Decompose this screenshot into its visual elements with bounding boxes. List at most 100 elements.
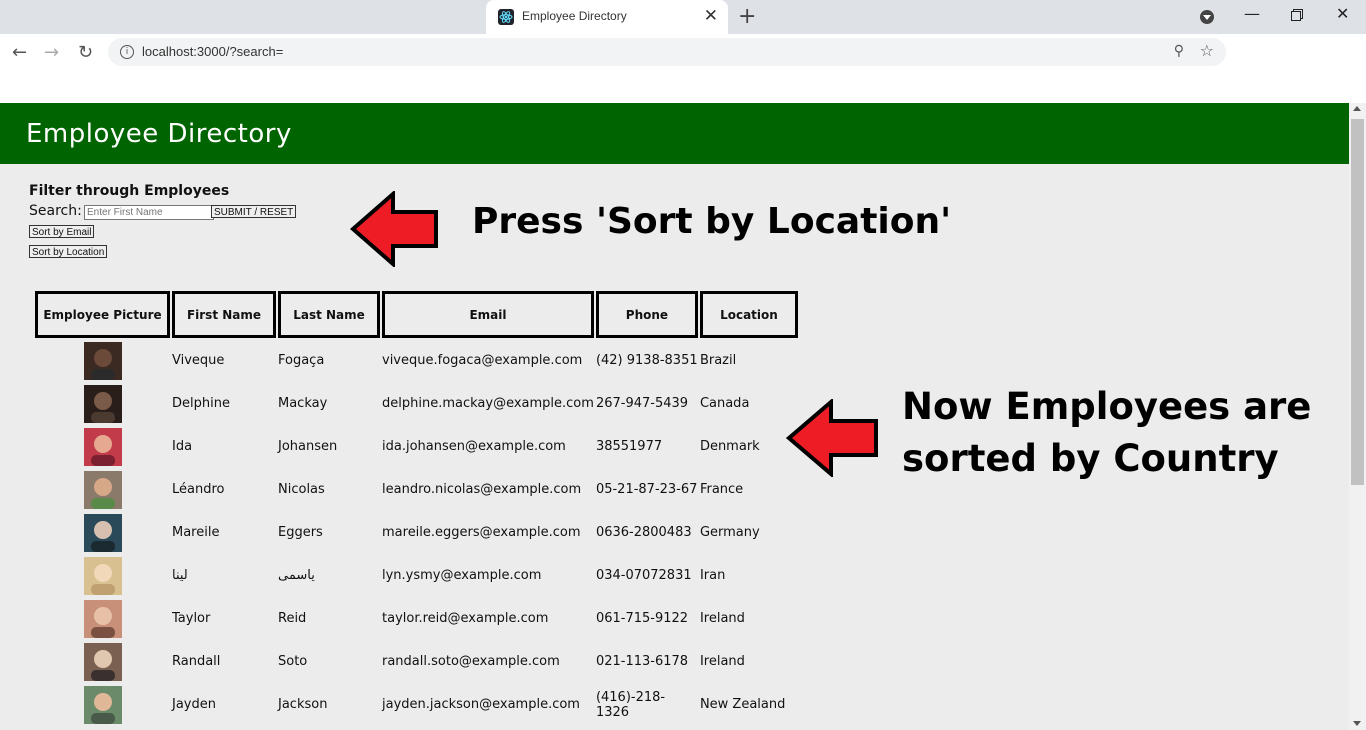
close-window-icon[interactable]: ✕ — [1336, 4, 1349, 23]
sort-by-email-button[interactable]: Sort by Email — [29, 225, 95, 238]
employee-avatar — [83, 470, 122, 509]
react-icon — [498, 9, 514, 25]
employee-avatar — [83, 384, 122, 423]
zoom-icon[interactable]: ⚲ — [1174, 43, 1184, 59]
column-header-location[interactable]: Location — [699, 291, 798, 338]
cell-location: France — [699, 482, 744, 497]
table-row: Ida Johansen ida.johansen@example.com 38551… — [35, 426, 798, 467]
url-text: localhost:3000/?search= — [142, 44, 284, 59]
cell-email: randall.soto@example.com — [382, 654, 560, 669]
cell-first-name: لينا — [172, 568, 188, 583]
filter-heading: Filter through Employees — [29, 183, 230, 199]
tab-title: Employee Directory — [522, 9, 627, 23]
column-header-last-name[interactable]: Last Name — [278, 291, 380, 338]
minimize-icon[interactable]: — — [1244, 4, 1260, 23]
cell-last-name: Reid — [278, 611, 307, 626]
page-title: Employee Directory — [26, 119, 292, 149]
app-header: Employee Directory — [0, 103, 1349, 164]
cell-picture — [35, 340, 170, 381]
search-input[interactable] — [84, 205, 214, 220]
cell-last-name: Mackay — [278, 396, 328, 411]
cell-email: jayden.jackson@example.com — [382, 697, 580, 712]
info-icon[interactable]: i — [120, 45, 134, 59]
forward-icon[interactable]: → — [44, 42, 59, 63]
annotation-side-line2: sorted by Country — [902, 437, 1279, 480]
cell-last-name: Fogaça — [278, 353, 325, 368]
cell-email: leandro.nicolas@example.com — [382, 482, 582, 497]
table-row: Randall Soto randall.soto@example.com 021-1… — [35, 641, 798, 682]
search-label: Search: — [29, 203, 82, 219]
cell-email: mareile.eggers@example.com — [382, 525, 581, 540]
back-icon[interactable]: ← — [12, 42, 27, 63]
cell-email: delphine.mackay@example.com — [382, 396, 594, 411]
table-row: Taylor Reid taylor.reid@example.com 061-715… — [35, 598, 798, 639]
bookmark-star-icon[interactable]: ☆ — [1200, 41, 1214, 60]
cell-email: lyn.ysmy@example.com — [382, 568, 542, 583]
cell-picture — [35, 641, 170, 682]
submit-reset-button[interactable]: SUBMIT / RESET — [211, 205, 297, 218]
column-header-email[interactable]: Email — [382, 291, 594, 338]
cell-phone: 061-715-9122 — [595, 611, 689, 626]
cell-picture — [35, 555, 170, 596]
cell-email: viveque.fogaca@example.com — [382, 353, 583, 368]
page-scrollbar[interactable] — [1349, 103, 1366, 730]
reload-icon[interactable]: ↻ — [78, 42, 93, 63]
page-viewport: Employee Directory Filter through Employ… — [0, 103, 1349, 730]
cell-last-name: Nicolas — [278, 482, 325, 497]
cell-phone: (416)-218-1326 — [595, 689, 666, 720]
employee-avatar — [83, 341, 122, 380]
cell-location: New Zealand — [699, 697, 786, 712]
annotation-arrow-left-icon — [786, 399, 878, 477]
cell-first-name: Taylor — [172, 611, 211, 626]
cell-picture — [35, 383, 170, 424]
column-header-picture[interactable]: Employee Picture — [35, 291, 170, 338]
table-row: Delphine Mackay delphine.mackay@example.co… — [35, 383, 798, 424]
column-header-phone[interactable]: Phone — [595, 291, 698, 338]
tab-search-icon[interactable] — [1200, 10, 1214, 24]
scrollbar-thumb[interactable] — [1351, 119, 1364, 485]
restore-icon[interactable] — [1291, 9, 1303, 21]
employee-avatar — [83, 513, 122, 552]
cell-phone: 034-07072831 — [595, 568, 692, 583]
address-bar[interactable]: i localhost:3000/?search= ⚲ ☆ — [108, 38, 1226, 66]
cell-first-name: Jayden — [172, 697, 216, 712]
annotation-top-text: Press 'Sort by Location' — [472, 201, 952, 242]
annotation-side-line1: Now Employees are — [902, 385, 1312, 428]
cell-phone: 38551977 — [595, 439, 663, 454]
cell-phone: 021-113-6178 — [595, 654, 689, 669]
cell-first-name: Delphine — [172, 396, 230, 411]
cell-last-name: یاسمی — [278, 568, 315, 583]
cell-picture — [35, 426, 170, 467]
cell-location: Ireland — [699, 654, 745, 669]
table-row: Léandro Nicolas leandro.nicolas@example.co… — [35, 469, 798, 510]
bookmarks-bar — [0, 70, 1366, 103]
cell-phone: 267-947-5439 — [595, 396, 689, 411]
table-row: Mareile Eggers mareile.eggers@example.com 0… — [35, 512, 798, 553]
cell-first-name: Viveque — [172, 353, 225, 368]
cell-last-name: Eggers — [278, 525, 323, 540]
scroll-down-icon[interactable] — [1353, 721, 1361, 726]
employee-avatar — [83, 427, 122, 466]
annotation-arrow-left-icon — [350, 191, 438, 267]
column-header-first-name[interactable]: First Name — [172, 291, 276, 338]
scroll-up-icon[interactable] — [1353, 106, 1361, 111]
cell-first-name: Léandro — [172, 482, 225, 497]
employee-avatar — [83, 599, 122, 638]
table-row: Viveque Fogaça viveque.fogaca@example.com (… — [35, 340, 798, 381]
cell-email: ida.johansen@example.com — [382, 439, 566, 454]
cell-first-name: Ida — [172, 439, 193, 454]
tab-close-icon[interactable]: ✕ — [704, 6, 718, 26]
table-header-row: Employee Picture First Name Last Name Em… — [35, 291, 798, 338]
cell-location: Brazil — [699, 353, 737, 368]
table-row: Jayden Jackson jayden.jackson@example.com (… — [35, 684, 798, 725]
sort-by-location-button[interactable]: Sort by Location — [29, 245, 108, 258]
cell-picture — [35, 684, 170, 725]
cell-location: Ireland — [699, 611, 745, 626]
new-tab-icon[interactable]: + — [738, 4, 756, 29]
cell-picture — [35, 512, 170, 553]
cell-email: taylor.reid@example.com — [382, 611, 549, 626]
cell-phone: 0636-2800483 — [595, 525, 692, 540]
browser-tab[interactable]: Employee Directory ✕ — [486, 0, 728, 34]
cell-picture — [35, 598, 170, 639]
employee-avatar — [83, 556, 122, 595]
